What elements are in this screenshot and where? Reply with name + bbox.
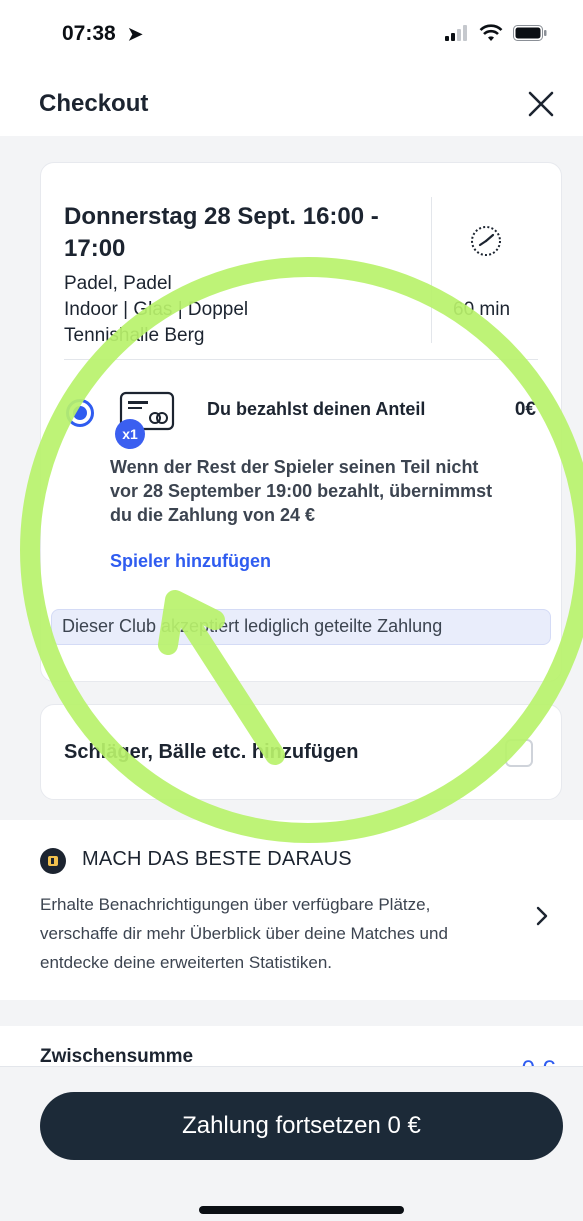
home-indicator [199,1206,404,1214]
subtotal-label: Zwischensumme [40,1046,194,1066]
radio-selected-dot [73,406,87,420]
status-time-text: 07:38 [62,22,116,45]
booking-date-time: Donnerstag 28 Sept. 16:00 - 17:00 [64,203,379,262]
payment-option-amount: 0€ [514,399,536,420]
booking-sport: Padel, Padel [64,273,172,294]
close-icon [528,91,554,117]
booking-duration: 60 min [453,299,511,320]
subtotal-row: Zwischensumme 0 € [0,1026,583,1066]
promo-text: Erhalte Benachrichtigungen über verfügba… [40,895,448,972]
close-button[interactable] [523,86,559,122]
promo-title: MACH DAS BESTE DARAUS [82,848,352,870]
booking-card: Donnerstag 28 Sept. 16:00 - 17:00 Padel,… [40,162,562,682]
extras-card[interactable]: Schläger, Bälle etc. hinzufügen [40,704,562,800]
horizontal-divider [64,359,538,360]
status-icons [445,24,547,42]
header: Checkout [0,74,583,136]
wifi-icon [479,24,503,41]
extras-label: Schläger, Bälle etc. hinzufügen [64,741,359,763]
battery-icon [513,25,547,41]
promo-banner[interactable]: MACH DAS BESTE DARAUS Erhalte Benachrich… [0,820,583,1000]
extras-checkbox[interactable] [505,739,533,767]
status-time: 07:38 ➤ [62,22,143,46]
split-payment-info: Dieser Club akzeptiert lediglich geteilt… [51,609,551,645]
subtotal-value: 0 € [522,1056,555,1066]
payment-option-title: Du bezahlst deinen Anteil [207,399,426,419]
bottom-bar: Zahlung fortsetzen 0 € [0,1066,583,1221]
continue-payment-button[interactable]: Zahlung fortsetzen 0 € [40,1092,563,1160]
payment-description: Wenn der Rest der Spieler seinen Teil ni… [110,457,493,525]
checkout-content[interactable]: Donnerstag 28 Sept. 16:00 - 17:00 Padel,… [0,136,583,1066]
signal-icon [445,25,467,41]
booking-venue: Tennishalle Berg [64,325,205,346]
page-title: Checkout [39,90,149,117]
location-arrow-icon: ➤ [127,24,143,44]
status-bar: 07:38 ➤ [0,0,583,74]
payment-option-radio[interactable] [66,399,94,427]
player-count-badge: x1 [115,419,145,449]
add-players-link[interactable]: Spieler hinzufügen [110,551,271,572]
promo-icon [40,848,66,874]
chevron-right-icon [536,906,548,926]
booking-court: Indoor | Glas | Doppel [64,299,249,320]
vertical-divider [431,197,432,343]
timer-icon [471,226,501,256]
